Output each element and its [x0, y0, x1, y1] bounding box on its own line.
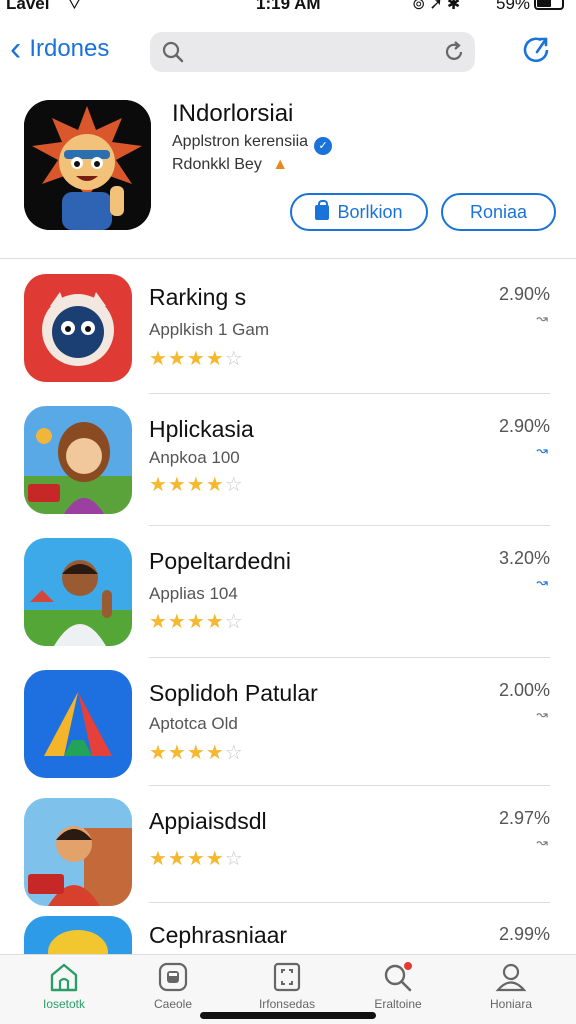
- rating-stars: ★★★★☆: [149, 348, 244, 370]
- bag-icon: [315, 199, 330, 220]
- app-percent: 2.90%: [498, 284, 550, 304]
- list-item[interactable]: Cephrasniaar 2.99%: [0, 904, 576, 954]
- rating-stars: ★★★★☆: [149, 848, 244, 870]
- tab-home[interactable]: Iosetotk: [9, 961, 119, 1011]
- tab-label: Caeole: [153, 997, 193, 1011]
- app-title: Appiaisdsdl: [149, 808, 267, 834]
- back-label: Irdones: [29, 35, 110, 62]
- trend-icon: ↝: [536, 442, 548, 458]
- featured-subtitle-text: Rdonkkl Bey: [172, 156, 262, 173]
- secondary-button[interactable]: Roniaa: [441, 193, 556, 231]
- app-icon: [24, 798, 132, 906]
- app-title: Cephrasniaar: [149, 922, 288, 948]
- share-icon[interactable]: [520, 34, 554, 68]
- rating-stars: ★★★★☆: [149, 474, 244, 496]
- tab-label: Eraltoine: [374, 997, 422, 1011]
- wifi-icon: ⌔: [66, 0, 83, 13]
- app-icon: [24, 538, 132, 646]
- games-icon: [158, 962, 188, 992]
- app-percent: 3.20%: [498, 548, 550, 568]
- trend-icon: ↝: [536, 574, 548, 590]
- battery-percent: 59%: [496, 0, 531, 13]
- home-indicator: [200, 1012, 376, 1019]
- trend-icon: ↝: [536, 706, 548, 722]
- home-icon: [50, 963, 78, 992]
- rating-stars: ★★★★☆: [149, 611, 244, 633]
- profile-icon: [495, 963, 527, 992]
- back-button[interactable]: ‹ Irdones: [10, 32, 109, 66]
- get-button[interactable]: Borlkion: [290, 193, 428, 231]
- app-subtitle: Anpkoa 100: [149, 448, 240, 467]
- tab-search[interactable]: Eraltoine: [343, 961, 453, 1011]
- row-divider: [149, 902, 550, 903]
- app-subtitle: Aptotca Old: [149, 714, 238, 733]
- tab-profile[interactable]: Honiara: [456, 961, 566, 1011]
- back-chevron-icon: ‹: [10, 30, 22, 68]
- developer-label: Applstron kerensiia: [172, 133, 309, 150]
- app-icon: [24, 406, 132, 514]
- app-icon: [24, 274, 132, 382]
- search-field[interactable]: [150, 32, 475, 72]
- rating-stars: ★★★★☆: [149, 742, 244, 764]
- search-icon: [162, 41, 184, 63]
- list-item[interactable]: Rarking s Applkish 1 Gam ★★★★☆ 2.90% ↝: [0, 262, 576, 394]
- search-icon: [384, 962, 412, 992]
- trending-icon: ▲: [272, 156, 289, 173]
- status-time: 1:19 AM: [256, 0, 321, 13]
- app-subtitle: Applias 104: [149, 584, 238, 603]
- status-bar: Lavel ⌔ 1:19 AM ⊚➚✱ 59%: [0, 0, 576, 22]
- secondary-button-label: Roniaa: [469, 201, 528, 222]
- app-percent: 2.00%: [498, 680, 550, 700]
- reload-icon[interactable]: [441, 39, 467, 65]
- featured-app-icon[interactable]: [24, 100, 151, 230]
- nav-bar: ‹ Irdones: [0, 26, 576, 82]
- list-item[interactable]: Hplickasia Anpkoa 100 ★★★★☆ 2.90% ↝: [0, 394, 576, 526]
- app-percent: 2.90%: [498, 416, 550, 436]
- app-percent: 2.97%: [498, 808, 550, 828]
- battery-icon: [534, 0, 564, 10]
- tab-label: Honiara: [489, 997, 533, 1011]
- app-title: Hplickasia: [149, 416, 254, 442]
- trend-icon: ↝: [536, 834, 548, 850]
- apps-icon: [273, 962, 301, 992]
- tab-games[interactable]: Caeole: [118, 961, 228, 1011]
- tab-label: Irfonsedas: [258, 997, 316, 1011]
- app-title: Rarking s: [149, 284, 247, 310]
- tab-apps[interactable]: Irfonsedas: [232, 961, 342, 1011]
- featured-app-subtitle: Rdonkkl Bey ▲: [172, 156, 288, 174]
- app-icon: [24, 916, 132, 954]
- app-percent: 2.99%: [498, 924, 550, 944]
- trend-icon: ↝: [536, 310, 548, 326]
- notification-dot: [404, 962, 412, 970]
- list-item[interactable]: Popeltardedni Applias 104 ★★★★☆ 3.20% ↝: [0, 526, 576, 658]
- verified-badge-icon: ✓: [314, 137, 333, 155]
- featured-app-developer: Applstron kerensiia ✓: [172, 133, 333, 155]
- app-subtitle: Applkish 1 Gam: [149, 320, 269, 339]
- featured-app-title: INdorlorsiai: [172, 100, 294, 127]
- section-divider: [0, 258, 576, 259]
- carrier-label: Lavel: [6, 0, 50, 13]
- system-icons: ⊚➚✱: [412, 0, 465, 13]
- app-title: Soplidoh Patular: [149, 680, 318, 706]
- tab-label: Iosetotk: [42, 997, 86, 1011]
- list-item[interactable]: Soplidoh Patular Aptotca Old ★★★★☆ 2.00%…: [0, 658, 576, 790]
- app-title: Popeltardedni: [149, 548, 291, 574]
- app-icon: [24, 670, 132, 778]
- get-button-label: Borlkion: [337, 201, 403, 222]
- list-item[interactable]: Appiaisdsdl ★★★★☆ 2.97% ↝: [0, 786, 576, 918]
